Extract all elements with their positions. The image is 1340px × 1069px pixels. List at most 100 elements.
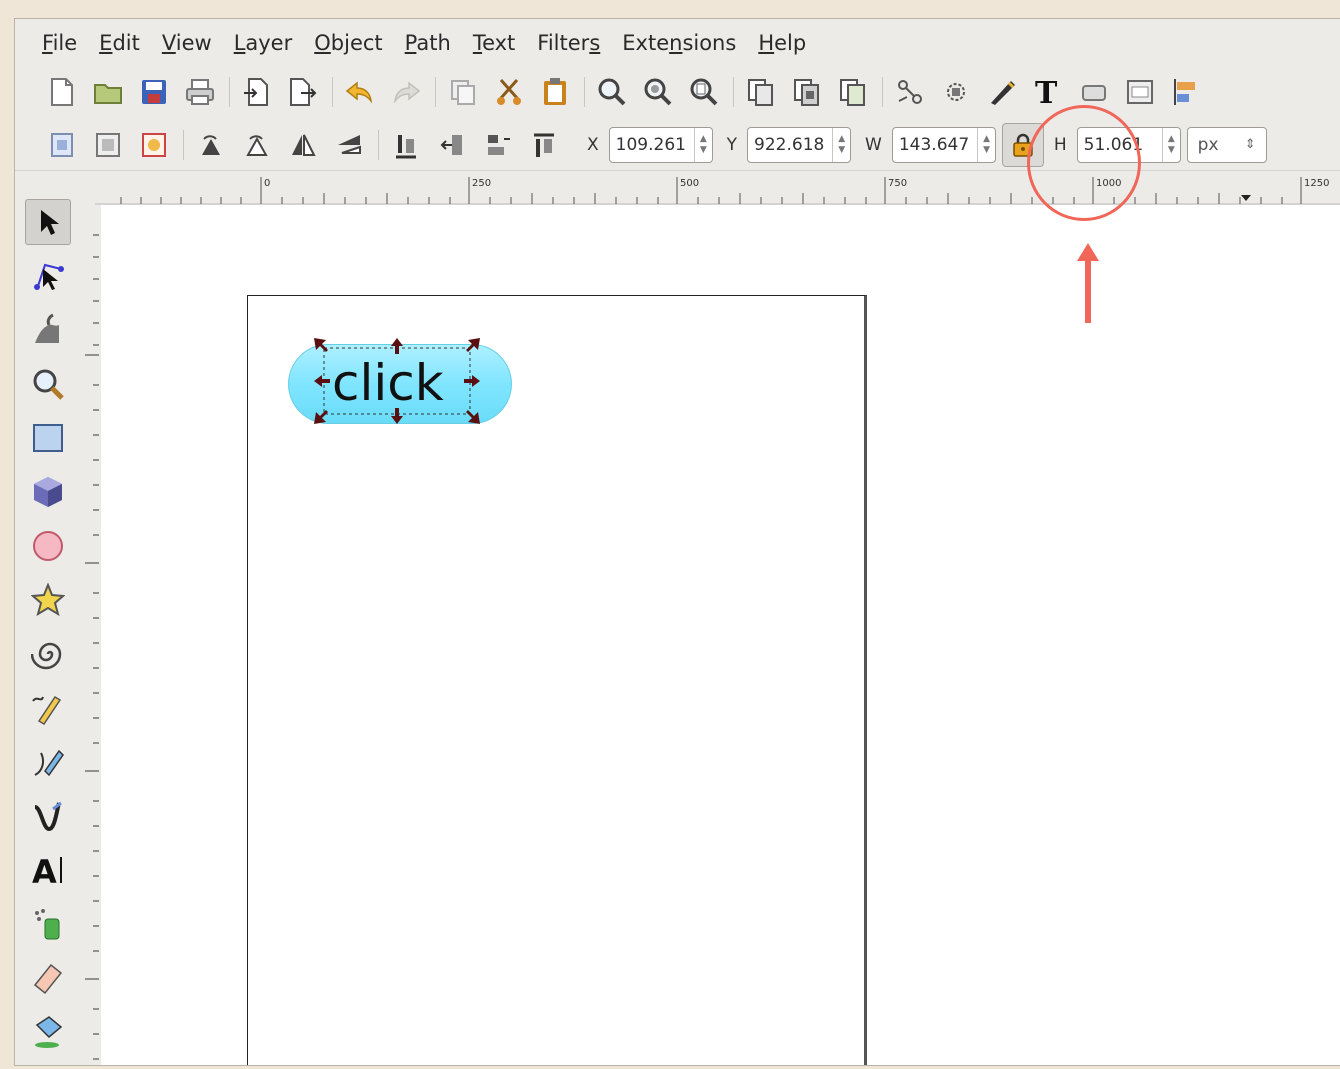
menu-text[interactable]: Text <box>462 31 526 55</box>
3d-box-icon <box>34 477 62 507</box>
flip-horizontal-icon[interactable] <box>286 128 320 162</box>
spiral-tool[interactable] <box>25 631 71 677</box>
text-font-dialog-icon[interactable] <box>836 75 870 109</box>
rotate-ccw-icon[interactable] <box>194 128 228 162</box>
x-label: X <box>587 134 599 155</box>
pen-tool[interactable] <box>25 739 71 785</box>
up-arrow-icon <box>1077 243 1099 323</box>
zoom-tool[interactable] <box>25 361 71 407</box>
spiral-icon <box>31 642 62 670</box>
ellipse-tool[interactable] <box>25 523 71 569</box>
paint-bucket-tool[interactable] <box>25 1009 71 1055</box>
tweak-tool[interactable] <box>25 307 71 353</box>
selector-tool[interactable] <box>25 199 71 245</box>
menu-help[interactable]: Help <box>747 31 817 55</box>
select-all-layers-icon[interactable] <box>91 128 125 162</box>
x-value: 109.261 <box>615 134 686 155</box>
svg-text:A: A <box>32 853 57 887</box>
scale-arrow-icon[interactable] <box>314 338 480 424</box>
x-input[interactable]: 109.261 ▲ ▼ <box>608 126 713 163</box>
chevron-updown-icon: ⇕ <box>1244 137 1256 152</box>
menu-path[interactable]: Path <box>394 31 462 55</box>
raise-to-top-icon[interactable] <box>389 128 423 162</box>
page-border: click <box>247 295 867 1065</box>
xml-editor-icon[interactable] <box>893 75 927 109</box>
text-a-icon: A <box>32 853 62 887</box>
duplicate-icon[interactable] <box>446 75 480 109</box>
pencil-icon <box>32 695 62 725</box>
menu-layer[interactable]: Layer <box>223 31 304 55</box>
star-tool[interactable] <box>25 577 71 623</box>
pencil-tool[interactable] <box>25 685 71 731</box>
y-spin-arrows[interactable]: ▲ ▼ <box>832 127 850 162</box>
inkscape-window: File Edit View Layer Object Path Text Fi… <box>14 18 1340 1066</box>
node-tool[interactable] <box>25 253 71 299</box>
ruler-label: 250 <box>472 178 491 189</box>
menu-filters[interactable]: Filters <box>526 31 611 55</box>
selection-handles[interactable] <box>312 336 482 426</box>
lower-to-bottom-icon[interactable] <box>527 128 561 162</box>
preferences-icon[interactable] <box>1123 75 1157 109</box>
document-properties-icon[interactable] <box>744 75 778 109</box>
menu-extensions[interactable]: Extensions <box>611 31 747 55</box>
deselect-icon[interactable] <box>137 128 171 162</box>
separator <box>229 77 230 107</box>
pen-icon <box>34 749 64 777</box>
text-tool-icon[interactable]: T <box>1031 75 1065 109</box>
ruler-label: 500 <box>680 178 699 189</box>
x-spin-arrows[interactable]: ▲ ▼ <box>694 127 712 162</box>
w-spin-arrows[interactable]: ▲ ▼ <box>977 127 995 162</box>
import-icon[interactable] <box>240 75 274 109</box>
print-icon[interactable] <box>183 75 217 109</box>
layers-icon[interactable] <box>1077 75 1111 109</box>
toolbox: A <box>21 199 75 1065</box>
drawing-canvas[interactable]: click <box>101 205 1340 1065</box>
zoom-selection-icon[interactable] <box>595 75 629 109</box>
node-edit-icon <box>34 263 64 290</box>
paste-icon[interactable] <box>538 75 572 109</box>
fill-stroke-icon[interactable] <box>790 75 824 109</box>
raise-icon[interactable] <box>435 128 469 162</box>
unit-select[interactable]: px ⇕ <box>1186 126 1267 163</box>
svg-text:T: T <box>1035 77 1058 107</box>
eraser-tool[interactable] <box>25 955 71 1001</box>
w-value: 143.647 <box>898 134 970 155</box>
open-folder-icon[interactable] <box>91 75 125 109</box>
redo-icon[interactable] <box>389 75 423 109</box>
menu-bar: File Edit View Layer Object Path Text Fi… <box>15 19 1340 67</box>
node-editor-icon[interactable] <box>939 75 973 109</box>
rotate-cw-icon[interactable] <box>240 128 274 162</box>
text-tool[interactable]: A <box>25 847 71 893</box>
arrow-pointer-icon <box>41 210 59 235</box>
flip-vertical-icon[interactable] <box>332 128 366 162</box>
menu-object[interactable]: Object <box>303 31 393 55</box>
export-icon[interactable] <box>286 75 320 109</box>
lower-icon[interactable] <box>481 128 515 162</box>
horizontal-ruler: 0 250 500 750 1000 1250 <box>95 175 1340 205</box>
3d-box-tool[interactable] <box>25 469 71 515</box>
zoom-page-icon[interactable] <box>687 75 721 109</box>
menu-view[interactable]: View <box>151 31 223 55</box>
zoom-drawing-icon[interactable] <box>641 75 675 109</box>
edit-text-icon[interactable] <box>985 75 1019 109</box>
align-distribute-icon[interactable] <box>1169 75 1203 109</box>
undo-icon[interactable] <box>343 75 377 109</box>
spray-icon <box>35 909 60 940</box>
calligraphy-tool[interactable] <box>25 793 71 839</box>
cut-icon[interactable] <box>492 75 526 109</box>
menu-edit[interactable]: Edit <box>88 31 151 55</box>
y-label: Y <box>726 134 738 155</box>
new-document-icon[interactable] <box>45 75 79 109</box>
tweak-icon <box>35 313 59 343</box>
menu-file[interactable]: File <box>31 31 88 55</box>
y-input[interactable]: 922.618 ▲ ▼ <box>747 126 852 163</box>
select-all-icon[interactable] <box>45 128 79 162</box>
y-value: 922.618 <box>754 134 825 155</box>
w-input[interactable]: 143.647 ▲ ▼ <box>891 126 996 163</box>
rectangle-tool[interactable] <box>25 415 71 461</box>
spray-tool[interactable] <box>25 901 71 947</box>
ruler-label: 0 <box>264 178 270 189</box>
save-icon[interactable] <box>137 75 171 109</box>
h-spin-arrows[interactable]: ▲ ▼ <box>1162 127 1180 162</box>
eraser-icon <box>33 963 63 995</box>
